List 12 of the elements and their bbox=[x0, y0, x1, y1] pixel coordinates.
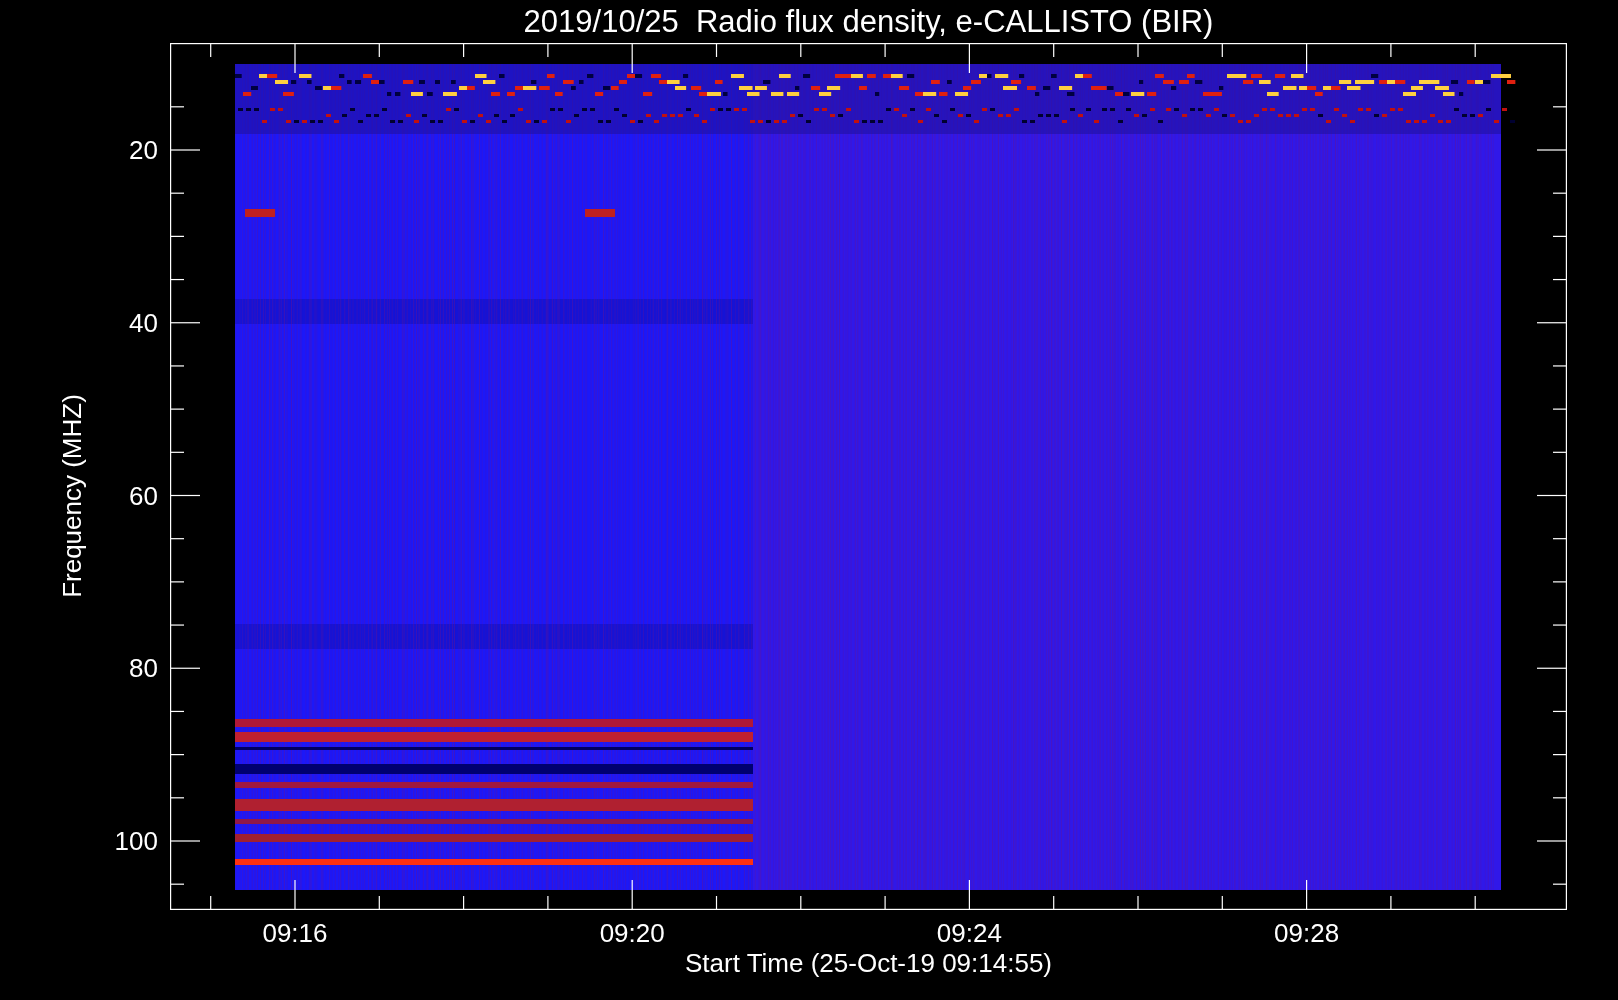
y-tick-label: 40 bbox=[129, 309, 158, 336]
x-tick-label: 09:28 bbox=[1273, 920, 1341, 946]
y-tick-label: 100 bbox=[114, 828, 158, 854]
y-tick-label: 80 bbox=[129, 655, 158, 682]
x-tick-label: 09:20 bbox=[598, 920, 666, 946]
chart-title: 2019/10/25 Radio flux density, e-CALLISTO (BIR) bbox=[523, 6, 1214, 37]
y-axis-label: Frequency (MHZ) bbox=[59, 393, 85, 600]
y-tick-label: 60 bbox=[129, 482, 158, 509]
x-tick-label: 09:16 bbox=[261, 920, 329, 946]
y-tick-label: 20 bbox=[129, 137, 158, 163]
x-axis-label: Start Time (25-Oct-19 09:14:55) bbox=[684, 950, 1052, 976]
x-tick-label: 09:24 bbox=[935, 920, 1003, 946]
